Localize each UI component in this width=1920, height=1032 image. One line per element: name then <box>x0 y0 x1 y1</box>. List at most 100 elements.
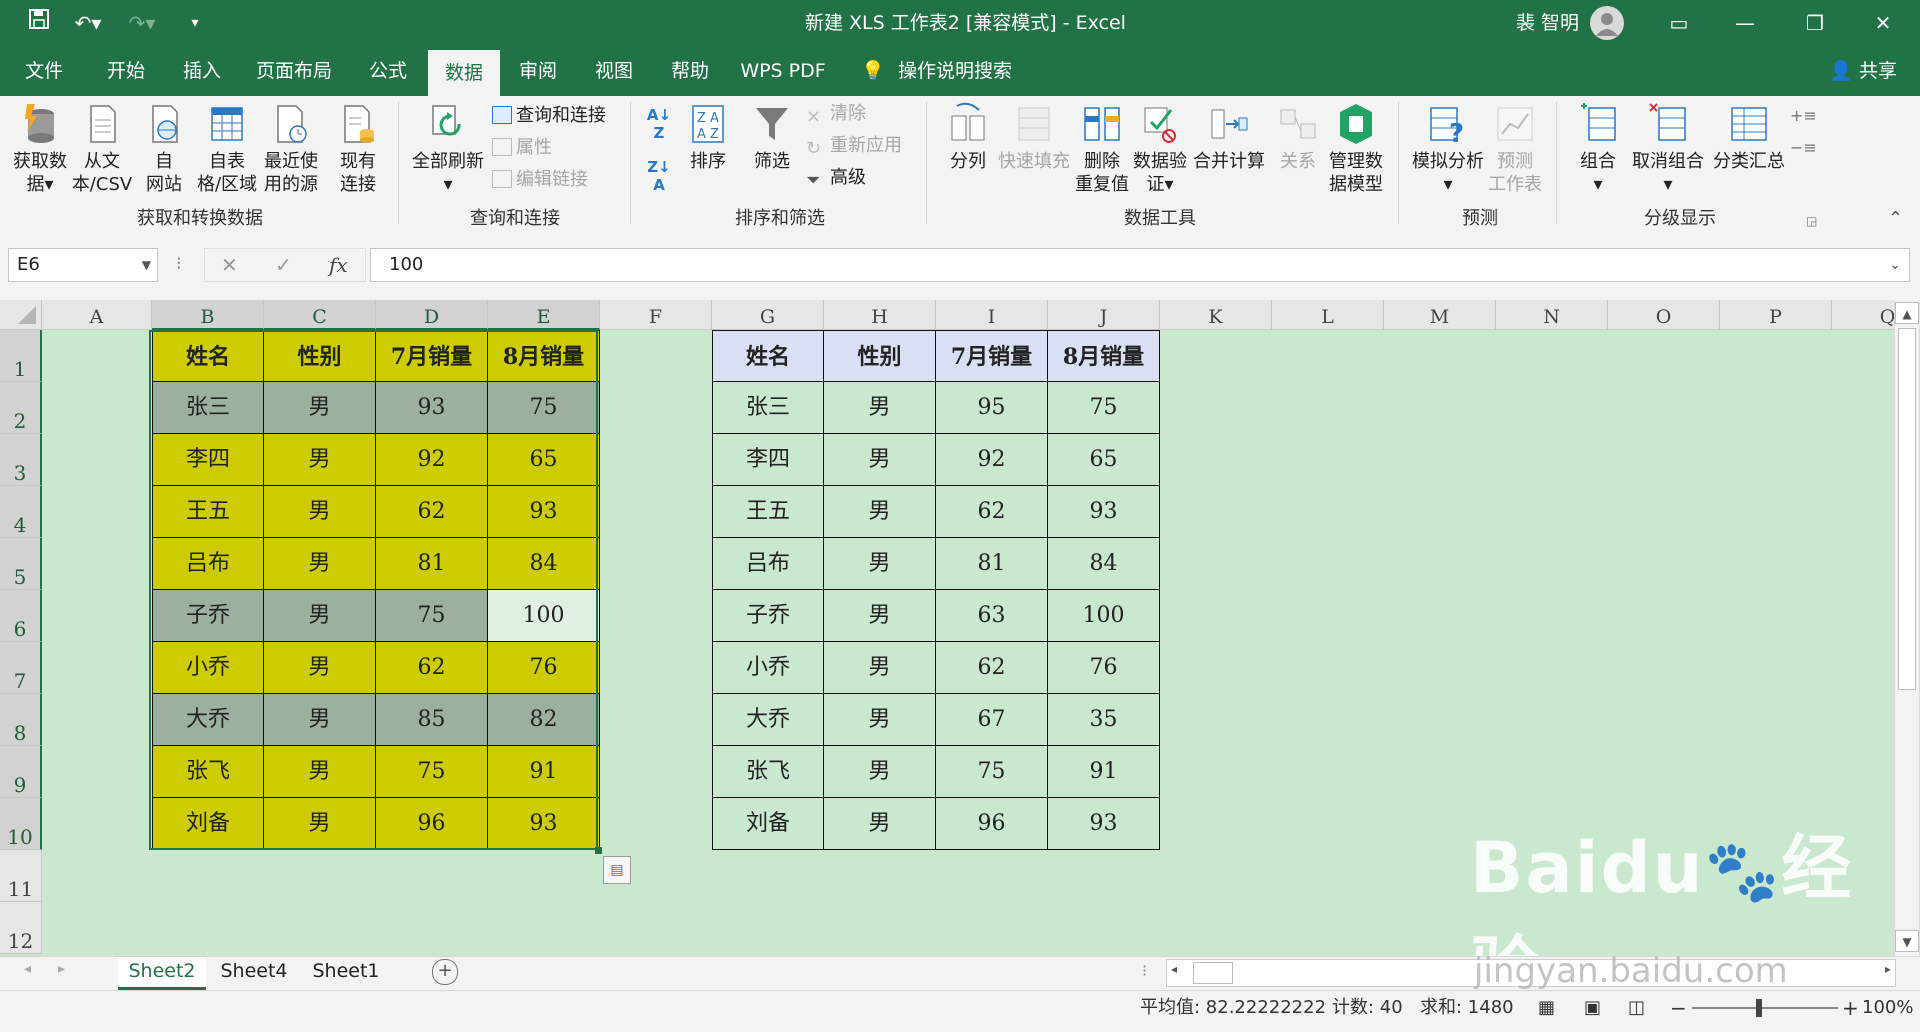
table-cell[interactable]: 大乔 <box>152 694 264 746</box>
row-header-3[interactable]: 3 <box>0 434 42 486</box>
table-cell[interactable]: 张三 <box>152 382 264 434</box>
table-cell[interactable]: 男 <box>264 590 376 642</box>
table-cell[interactable]: 92 <box>936 434 1048 486</box>
table-cell[interactable]: 男 <box>264 538 376 590</box>
table-cell[interactable]: 93 <box>1048 798 1160 850</box>
flash-fill-button[interactable]: 快速填充 <box>996 102 1072 173</box>
tab-help[interactable]: 帮助 <box>664 46 716 96</box>
name-box[interactable]: E6 ▼ <box>8 248 158 282</box>
table-cell[interactable]: 75 <box>376 746 488 798</box>
zoom-slider[interactable] <box>1692 1007 1838 1009</box>
column-header-m[interactable]: M <box>1384 300 1496 330</box>
table-cell[interactable]: 男 <box>824 694 936 746</box>
consolidate-button[interactable]: 合并计算 <box>1192 102 1266 173</box>
table-cell[interactable]: 93 <box>488 486 600 538</box>
formula-input[interactable]: 100 ⌄ <box>370 248 1910 282</box>
what-if-analysis-button[interactable]: ? 模拟分析 ▾ <box>1410 102 1486 196</box>
worksheet-grid[interactable]: ABCDEFGHIJKLMNOPQ 1 2 3 4 5 6 7 8 9 10 11 12 姓名 性别 7月… <box>0 300 1920 956</box>
table-cell[interactable]: 84 <box>1048 538 1160 590</box>
column-header-k[interactable]: K <box>1160 300 1272 330</box>
table-cell[interactable]: 王五 <box>712 486 824 538</box>
column-header-h[interactable]: H <box>824 300 936 330</box>
sort-ascending-button[interactable]: A↓ Z <box>644 106 674 142</box>
table-cell[interactable]: 吕布 <box>712 538 824 590</box>
table-cell[interactable]: 81 <box>936 538 1048 590</box>
table-cell[interactable]: 91 <box>1048 746 1160 798</box>
row-header-6[interactable]: 6 <box>0 590 42 642</box>
table-cell[interactable]: 吕布 <box>152 538 264 590</box>
cancel-icon[interactable]: ✕ <box>221 249 238 281</box>
column-header-g[interactable]: G <box>712 300 824 330</box>
existing-connections-button[interactable]: 现有 连接 <box>330 102 386 196</box>
dialog-launcher-icon[interactable]: ◲ <box>1806 214 1817 228</box>
table-cell[interactable]: 93 <box>376 382 488 434</box>
reapply-button[interactable]: ↻ 重新应用 <box>806 132 902 160</box>
get-data-button[interactable]: 获取数 据▾ <box>8 102 72 196</box>
restore-icon[interactable]: ❐ <box>1782 0 1848 46</box>
sort-button[interactable]: Z AA Z 排序 <box>682 102 734 173</box>
customize-toolbar-icon[interactable]: ▾ <box>180 8 210 38</box>
table-cell[interactable]: 75 <box>376 590 488 642</box>
row-header-4[interactable]: 4 <box>0 486 42 538</box>
table-cell[interactable]: 男 <box>824 486 936 538</box>
row-header-8[interactable]: 8 <box>0 694 42 746</box>
column-header-i[interactable]: I <box>936 300 1048 330</box>
column-header-f[interactable]: F <box>600 300 712 330</box>
table-cell[interactable]: 男 <box>264 486 376 538</box>
sort-descending-button[interactable]: Z↓ A <box>644 158 674 194</box>
table-cell[interactable]: 62 <box>936 486 1048 538</box>
tab-page-layout[interactable]: 页面布局 <box>250 46 338 96</box>
properties-button[interactable]: 属性 <box>492 134 552 162</box>
group-button[interactable]: 组合 ▾ <box>1570 102 1626 196</box>
row-header-11[interactable]: 11 <box>0 850 42 902</box>
ungroup-button[interactable]: 取消组合 ▾ <box>1626 102 1710 196</box>
column-header-p[interactable]: P <box>1720 300 1832 330</box>
table-cell[interactable]: 96 <box>376 798 488 850</box>
table-cell[interactable]: 81 <box>376 538 488 590</box>
table-header-cell[interactable]: 8月销量 <box>1048 330 1160 382</box>
table-cell[interactable]: 63 <box>936 590 1048 642</box>
page-layout-view-icon[interactable]: ▣ <box>1584 991 1601 1025</box>
tab-formulas[interactable]: 公式 <box>362 46 414 96</box>
insert-function-icon[interactable]: fx <box>329 249 348 281</box>
forecast-sheet-button[interactable]: 预测 工作表 <box>1486 102 1544 196</box>
remove-duplicates-button[interactable]: 删除 重复值 <box>1074 102 1130 196</box>
normal-view-icon[interactable]: ▦ <box>1538 991 1555 1025</box>
from-web-button[interactable]: 自 网站 <box>136 102 192 196</box>
table-cell[interactable]: 65 <box>1048 434 1160 486</box>
table-cell[interactable]: 75 <box>1048 382 1160 434</box>
table-cell[interactable]: 84 <box>488 538 600 590</box>
hide-detail-icon[interactable]: −≡ <box>1790 134 1817 162</box>
column-header-c[interactable]: C <box>264 300 376 330</box>
table-cell[interactable]: 刘备 <box>712 798 824 850</box>
table-cell[interactable]: 男 <box>264 434 376 486</box>
table-cell[interactable]: 男 <box>824 590 936 642</box>
ribbon-display-icon[interactable]: ▭ <box>1646 0 1712 46</box>
sheet-tab-sheet4[interactable]: Sheet4 <box>210 957 298 987</box>
table-cell[interactable]: 93 <box>1048 486 1160 538</box>
table-cell[interactable]: 82 <box>488 694 600 746</box>
tab-home[interactable]: 开始 <box>100 46 152 96</box>
row-header-7[interactable]: 7 <box>0 642 42 694</box>
table-cell[interactable]: 王五 <box>152 486 264 538</box>
avatar[interactable] <box>1590 6 1624 40</box>
table-cell[interactable]: 75 <box>936 746 1048 798</box>
sheet-tab-sheet1[interactable]: Sheet1 <box>302 957 390 987</box>
edit-links-button[interactable]: 编辑链接 <box>492 166 588 194</box>
row-header-9[interactable]: 9 <box>0 746 42 798</box>
column-header-n[interactable]: N <box>1496 300 1608 330</box>
prev-sheet-icon[interactable]: ◂ <box>24 961 31 977</box>
table-cell[interactable]: 刘备 <box>152 798 264 850</box>
horizontal-scroll-thumb[interactable] <box>1193 962 1233 984</box>
table-cell[interactable]: 男 <box>824 434 936 486</box>
table-cell[interactable]: 张飞 <box>712 746 824 798</box>
tab-view[interactable]: 视图 <box>588 46 640 96</box>
table-cell[interactable]: 男 <box>824 798 936 850</box>
table-cell[interactable]: 100 <box>488 590 600 642</box>
table-cell[interactable]: 张三 <box>712 382 824 434</box>
table-cell[interactable]: 85 <box>376 694 488 746</box>
recent-sources-button[interactable]: 最近使 用的源 <box>260 102 322 196</box>
vertical-scroll-thumb[interactable] <box>1898 328 1916 690</box>
collapse-ribbon-icon[interactable]: ⌃ <box>1888 208 1903 229</box>
enter-icon[interactable]: ✓ <box>275 249 292 281</box>
